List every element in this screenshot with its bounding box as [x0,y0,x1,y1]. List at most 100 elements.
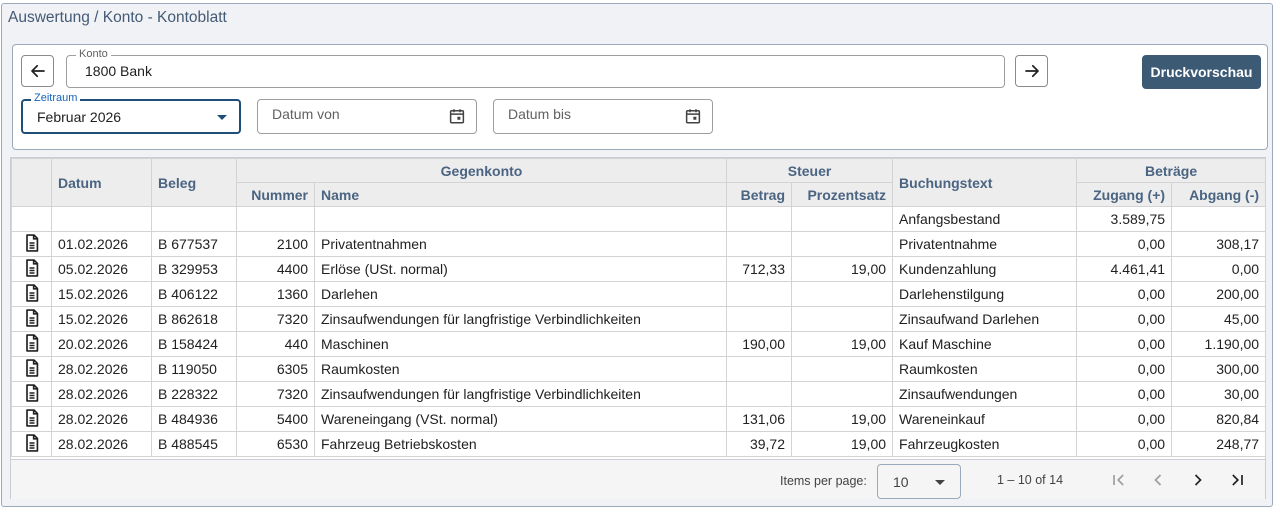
next-page-button[interactable] [1187,469,1209,491]
cell-abgang: 1.190,00 [1171,331,1267,357]
cell-zugang: 0,00 [1076,431,1173,457]
column-header-zugang[interactable]: Zugang (+) [1076,182,1173,207]
zeitraum-label: Zeitraum [31,92,81,105]
cell-beleg: B 862618 [151,306,237,332]
table-row[interactable]: 15.02.2026 B 406122 1360 Darlehen Darlehenst… [11,281,1267,307]
cell-betrag: 39,72 [726,431,793,457]
row-icon-cell[interactable] [11,306,52,332]
row-icon-cell[interactable] [11,356,52,382]
table-row[interactable]: 15.02.2026 B 862618 7320 Zinsaufwendungen f… [11,306,1267,332]
cell-nummer: 5400 [236,406,315,432]
cell-beleg: B 677537 [151,231,237,257]
document-icon[interactable] [22,383,42,403]
cell-beleg: B 228322 [151,381,237,407]
column-header-abgang[interactable]: Abgang (-) [1171,182,1267,207]
table-row[interactable]: 05.02.2026 B 329953 4400 Erlöse (USt. norma… [11,256,1267,282]
table-row[interactable]: 28.02.2026 B 488545 6530 Fahrzeug Betriebsk… [11,431,1267,457]
cell-zugang: 0,00 [1076,306,1173,332]
next-account-button[interactable] [1015,55,1048,87]
zeitraum-value: Februar 2026 [37,109,122,125]
items-per-page-select[interactable]: 10 [877,464,961,499]
konto-value: 1800 Bank [85,63,152,79]
calendar-icon[interactable] [448,107,466,125]
column-header-buchungstext[interactable]: Buchungstext [892,158,1078,207]
cell-datum: 28.02.2026 [51,431,152,457]
print-preview-button[interactable]: Druckvorschau [1142,55,1261,89]
cell-zugang: 0,00 [1076,356,1173,382]
column-header-name[interactable]: Name [313,182,728,207]
document-icon[interactable] [22,433,42,453]
ledger-table-container: Datum Beleg Gegenkonto Steuer Buchungste… [10,157,1267,499]
document-icon[interactable] [22,283,42,303]
column-header-datum[interactable]: Datum [51,158,152,207]
cell-zugang: 0,00 [1076,281,1173,307]
cell-prozentsatz [791,381,894,407]
row-icon-cell[interactable] [11,406,52,432]
konto-field[interactable]: Konto 1800 Bank [66,48,1005,88]
cell-betrag [726,356,793,382]
previous-account-button[interactable] [21,55,54,87]
cell-buchungstext: Kauf Maschine [892,331,1078,357]
cell-betrag: 190,00 [726,331,793,357]
datum-von-field[interactable]: Datum von [257,99,477,134]
cell-datum [51,206,152,232]
cell-nummer: 7320 [236,381,315,407]
cell-prozentsatz [791,231,894,257]
document-icon[interactable] [22,408,42,428]
column-header-beleg[interactable]: Beleg [151,158,237,207]
cell-name: Zinsaufwendungen für langfristige Verbin… [313,381,728,407]
table-row[interactable]: 20.02.2026 B 158424 440 Maschinen 190,00 19,0… [11,331,1267,357]
document-icon[interactable] [22,233,42,253]
cell-datum: 20.02.2026 [51,331,152,357]
last-page-button[interactable] [1226,469,1248,491]
table-row[interactable]: 28.02.2026 B 228322 7320 Zinsaufwendungen f… [11,381,1267,407]
window-title: Auswertung / Konto - Kontoblatt [8,9,227,26]
paginator: Items per page: 10 1 – 10 of 14 [11,459,1265,499]
column-header-prozentsatz[interactable]: Prozentsatz [791,182,894,207]
document-icon[interactable] [22,333,42,353]
table-row[interactable]: 28.02.2026 B 484936 5400 Wareneingang (VSt.… [11,406,1267,432]
cell-nummer [236,206,315,232]
items-per-page-label: Items per page: [780,474,867,488]
table-row[interactable]: 01.02.2026 B 677537 2100 Privatentnahmen Pri… [11,231,1267,257]
row-icon-cell [11,206,52,232]
row-icon-cell[interactable] [11,256,52,282]
cell-abgang: 0,00 [1171,256,1267,282]
chevron-left-icon [1154,474,1162,486]
row-icon-cell[interactable] [11,381,52,407]
cell-name [313,206,728,232]
cell-datum: 28.02.2026 [51,356,152,382]
row-icon-cell[interactable] [11,281,52,307]
cell-beleg: B 119050 [151,356,237,382]
cell-abgang: 308,17 [1171,231,1267,257]
document-icon[interactable] [22,258,42,278]
cell-datum: 28.02.2026 [51,406,152,432]
previous-page-button[interactable] [1147,469,1169,491]
cell-abgang: 300,00 [1171,356,1267,382]
cell-buchungstext: Wareneinkauf [892,406,1078,432]
document-icon[interactable] [22,308,42,328]
row-icon-cell[interactable] [11,231,52,257]
cell-datum: 01.02.2026 [51,231,152,257]
zeitraum-select[interactable]: Zeitraum Februar 2026 [21,92,241,134]
document-icon[interactable] [22,358,42,378]
cell-betrag [726,231,793,257]
row-icon-cell[interactable] [11,431,52,457]
cell-datum: 15.02.2026 [51,281,152,307]
cell-beleg: B 158424 [151,331,237,357]
column-header-betrag[interactable]: Betrag [726,182,793,207]
cell-prozentsatz [791,306,894,332]
row-icon-cell[interactable] [11,331,52,357]
table-row[interactable]: 28.02.2026 B 119050 6305 Raumkosten Raumkost… [11,356,1267,382]
calendar-icon[interactable] [684,107,702,125]
cell-name: Fahrzeug Betriebskosten [313,431,728,457]
first-page-icon [1113,474,1124,486]
first-page-button[interactable] [1108,469,1130,491]
cell-datum: 28.02.2026 [51,381,152,407]
group-header-gegenkonto: Gegenkonto [235,158,728,183]
table-row[interactable]: Anfangsbestand 3.589,75 [11,206,1267,232]
cell-betrag [726,306,793,332]
datum-bis-field[interactable]: Datum bis [493,99,713,134]
cell-zugang: 0,00 [1076,406,1173,432]
column-header-nummer[interactable]: Nummer [236,182,315,207]
